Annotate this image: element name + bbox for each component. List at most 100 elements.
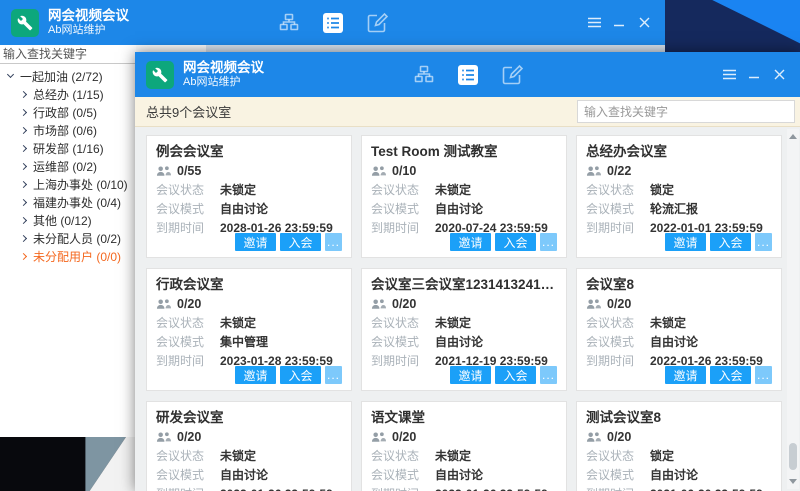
- more-button[interactable]: ...: [755, 366, 772, 384]
- join-button[interactable]: 入会: [710, 366, 751, 384]
- room-name: 语文课堂: [371, 408, 557, 428]
- sidebar-tree-item[interactable]: 未分配用户 (0/0): [0, 247, 136, 265]
- mode-label: 会议模式: [586, 200, 642, 217]
- close-icon[interactable]: [771, 67, 787, 83]
- invite-button[interactable]: 邀请: [665, 366, 706, 384]
- mode-value: 自由讨论: [435, 466, 483, 483]
- sidebar-tree-item[interactable]: 上海办事处 (0/10): [0, 175, 136, 193]
- close-icon[interactable]: [636, 15, 652, 31]
- expire-label: 到期时间: [156, 219, 212, 236]
- room-status-row: 会议状态 未锁定: [371, 180, 557, 199]
- invite-button[interactable]: 邀请: [235, 366, 276, 384]
- vertical-scrollbar[interactable]: [787, 129, 799, 489]
- join-button[interactable]: 入会: [495, 233, 536, 251]
- room-mode-row: 会议模式 集中管理: [156, 332, 342, 351]
- room-name: 会议室8: [586, 275, 772, 295]
- sidebar-tree-item[interactable]: 一起加油 (2/72): [0, 67, 136, 85]
- card-actions: 邀请 入会 ...: [450, 233, 557, 251]
- meeting-rooms-window: 网会视频会议 Ab网站维护 总共: [135, 52, 800, 491]
- app-title: 网会视频会议: [183, 60, 264, 76]
- scroll-down-icon[interactable]: [789, 479, 797, 484]
- main-titlebar[interactable]: 网会视频会议 Ab网站维护: [135, 52, 800, 97]
- expire-value: 2022-01-26 23:59:59: [435, 487, 548, 491]
- people-icon: [156, 431, 171, 443]
- people-icon: [586, 298, 601, 310]
- join-button[interactable]: 入会: [710, 233, 751, 251]
- more-button[interactable]: ...: [755, 233, 772, 251]
- tree-item-label: 市场部 (0/6): [33, 122, 97, 139]
- edit-icon[interactable]: [500, 63, 524, 87]
- join-button[interactable]: 入会: [280, 366, 321, 384]
- sidebar-tree-item[interactable]: 福建办事处 (0/4): [0, 193, 136, 211]
- sidebar-tree-item[interactable]: 行政部 (0/5): [0, 103, 136, 121]
- expire-value: 2022-01-26 23:59:59: [220, 487, 333, 491]
- room-name: 例会会议室: [156, 142, 342, 162]
- room-count: 0/22: [607, 164, 631, 178]
- rooms-search-input[interactable]: [577, 100, 795, 123]
- invite-button[interactable]: 邀请: [450, 233, 491, 251]
- sidebar-tree-item[interactable]: 总经办 (1/15): [0, 85, 136, 103]
- sidebar-tree-item[interactable]: 市场部 (0/6): [0, 121, 136, 139]
- tree-item-label: 福建办事处 (0/4): [33, 194, 121, 211]
- room-expire-row: 到期时间 2021-06-30 23:59:59: [586, 484, 772, 491]
- more-button[interactable]: ...: [540, 366, 557, 384]
- scrollbar-thumb[interactable]: [789, 443, 797, 470]
- org-chart-icon[interactable]: [412, 63, 436, 87]
- mode-value: 自由讨论: [435, 333, 483, 350]
- more-button[interactable]: ...: [325, 233, 342, 251]
- meeting-room-card: 会议室三会议室123141324141三会... 0/20 会议状态 未锁定 会…: [361, 268, 567, 391]
- sidebar-tree-item[interactable]: 未分配人员 (0/2): [0, 229, 136, 247]
- meeting-room-card: 研发会议室 0/20 会议状态 未锁定 会议模式 自由讨论 到期时间 2022-…: [146, 401, 352, 491]
- chevron-down-icon: [7, 71, 14, 78]
- menu-icon[interactable]: [586, 15, 602, 31]
- room-mode-row: 会议模式 自由讨论: [586, 332, 772, 351]
- people-icon: [586, 431, 601, 443]
- invite-button[interactable]: 邀请: [665, 233, 706, 251]
- sidebar-tree-item[interactable]: 其他 (0/12): [0, 211, 136, 229]
- expire-label: 到期时间: [156, 352, 212, 369]
- room-capacity-row: 0/20: [156, 295, 342, 313]
- expire-label: 到期时间: [371, 219, 427, 236]
- list-view-icon[interactable]: [321, 11, 345, 35]
- status-value: 未锁定: [220, 447, 256, 464]
- meeting-room-card: 语文课堂 0/20 会议状态 未锁定 会议模式 自由讨论 到期时间 2022-0…: [361, 401, 567, 491]
- room-count: 0/20: [177, 430, 201, 444]
- status-label: 会议状态: [371, 181, 427, 198]
- meeting-room-card: Test Room 测试教室 0/10 会议状态 未锁定 会议模式 自由讨论 到…: [361, 135, 567, 258]
- menu-icon[interactable]: [721, 67, 737, 83]
- room-count: 0/20: [392, 430, 416, 444]
- room-count: 0/10: [392, 164, 416, 178]
- more-button[interactable]: ...: [325, 366, 342, 384]
- app-subtitle: Ab网站维护: [183, 76, 264, 89]
- room-mode-row: 会议模式 自由讨论: [156, 199, 342, 218]
- more-button[interactable]: ...: [540, 233, 557, 251]
- people-icon: [371, 431, 386, 443]
- room-name: 会议室三会议室123141324141三会...: [371, 275, 557, 295]
- background-titlebar[interactable]: 网会视频会议 Ab网站维护: [0, 0, 665, 45]
- minimize-icon[interactable]: [746, 67, 762, 83]
- meeting-room-card: 例会会议室 0/55 会议状态 未锁定 会议模式 自由讨论 到期时间 2028-…: [146, 135, 352, 258]
- room-capacity-row: 0/20: [586, 295, 772, 313]
- meeting-room-card: 总经办会议室 0/22 会议状态 锁定 会议模式 轮流汇报 到期时间 2022-…: [576, 135, 782, 258]
- join-button[interactable]: 入会: [495, 366, 536, 384]
- expire-value: 2021-06-30 23:59:59: [650, 487, 763, 491]
- status-label: 会议状态: [586, 181, 642, 198]
- status-value: 未锁定: [650, 314, 686, 331]
- chevron-right-icon: [20, 216, 27, 223]
- org-chart-icon[interactable]: [277, 11, 301, 35]
- room-capacity-row: 0/20: [586, 428, 772, 446]
- minimize-icon[interactable]: [611, 15, 627, 31]
- sidebar-search-input[interactable]: [0, 45, 136, 64]
- scroll-up-icon[interactable]: [789, 134, 797, 139]
- room-capacity-row: 0/10: [371, 162, 557, 180]
- contacts-sidebar: 一起加油 (2/72) 总经办 (1/15) 行政部 (0/5) 市场部 (0/…: [0, 45, 136, 437]
- list-view-icon[interactable]: [456, 63, 480, 87]
- invite-button[interactable]: 邀请: [235, 233, 276, 251]
- sidebar-tree-item[interactable]: 研发部 (1/16): [0, 139, 136, 157]
- sidebar-tree-item[interactable]: 运维部 (0/2): [0, 157, 136, 175]
- edit-icon[interactable]: [365, 11, 389, 35]
- invite-button[interactable]: 邀请: [450, 366, 491, 384]
- chevron-right-icon: [20, 90, 27, 97]
- join-button[interactable]: 入会: [280, 233, 321, 251]
- app-titles: 网会视频会议 Ab网站维护: [48, 8, 129, 36]
